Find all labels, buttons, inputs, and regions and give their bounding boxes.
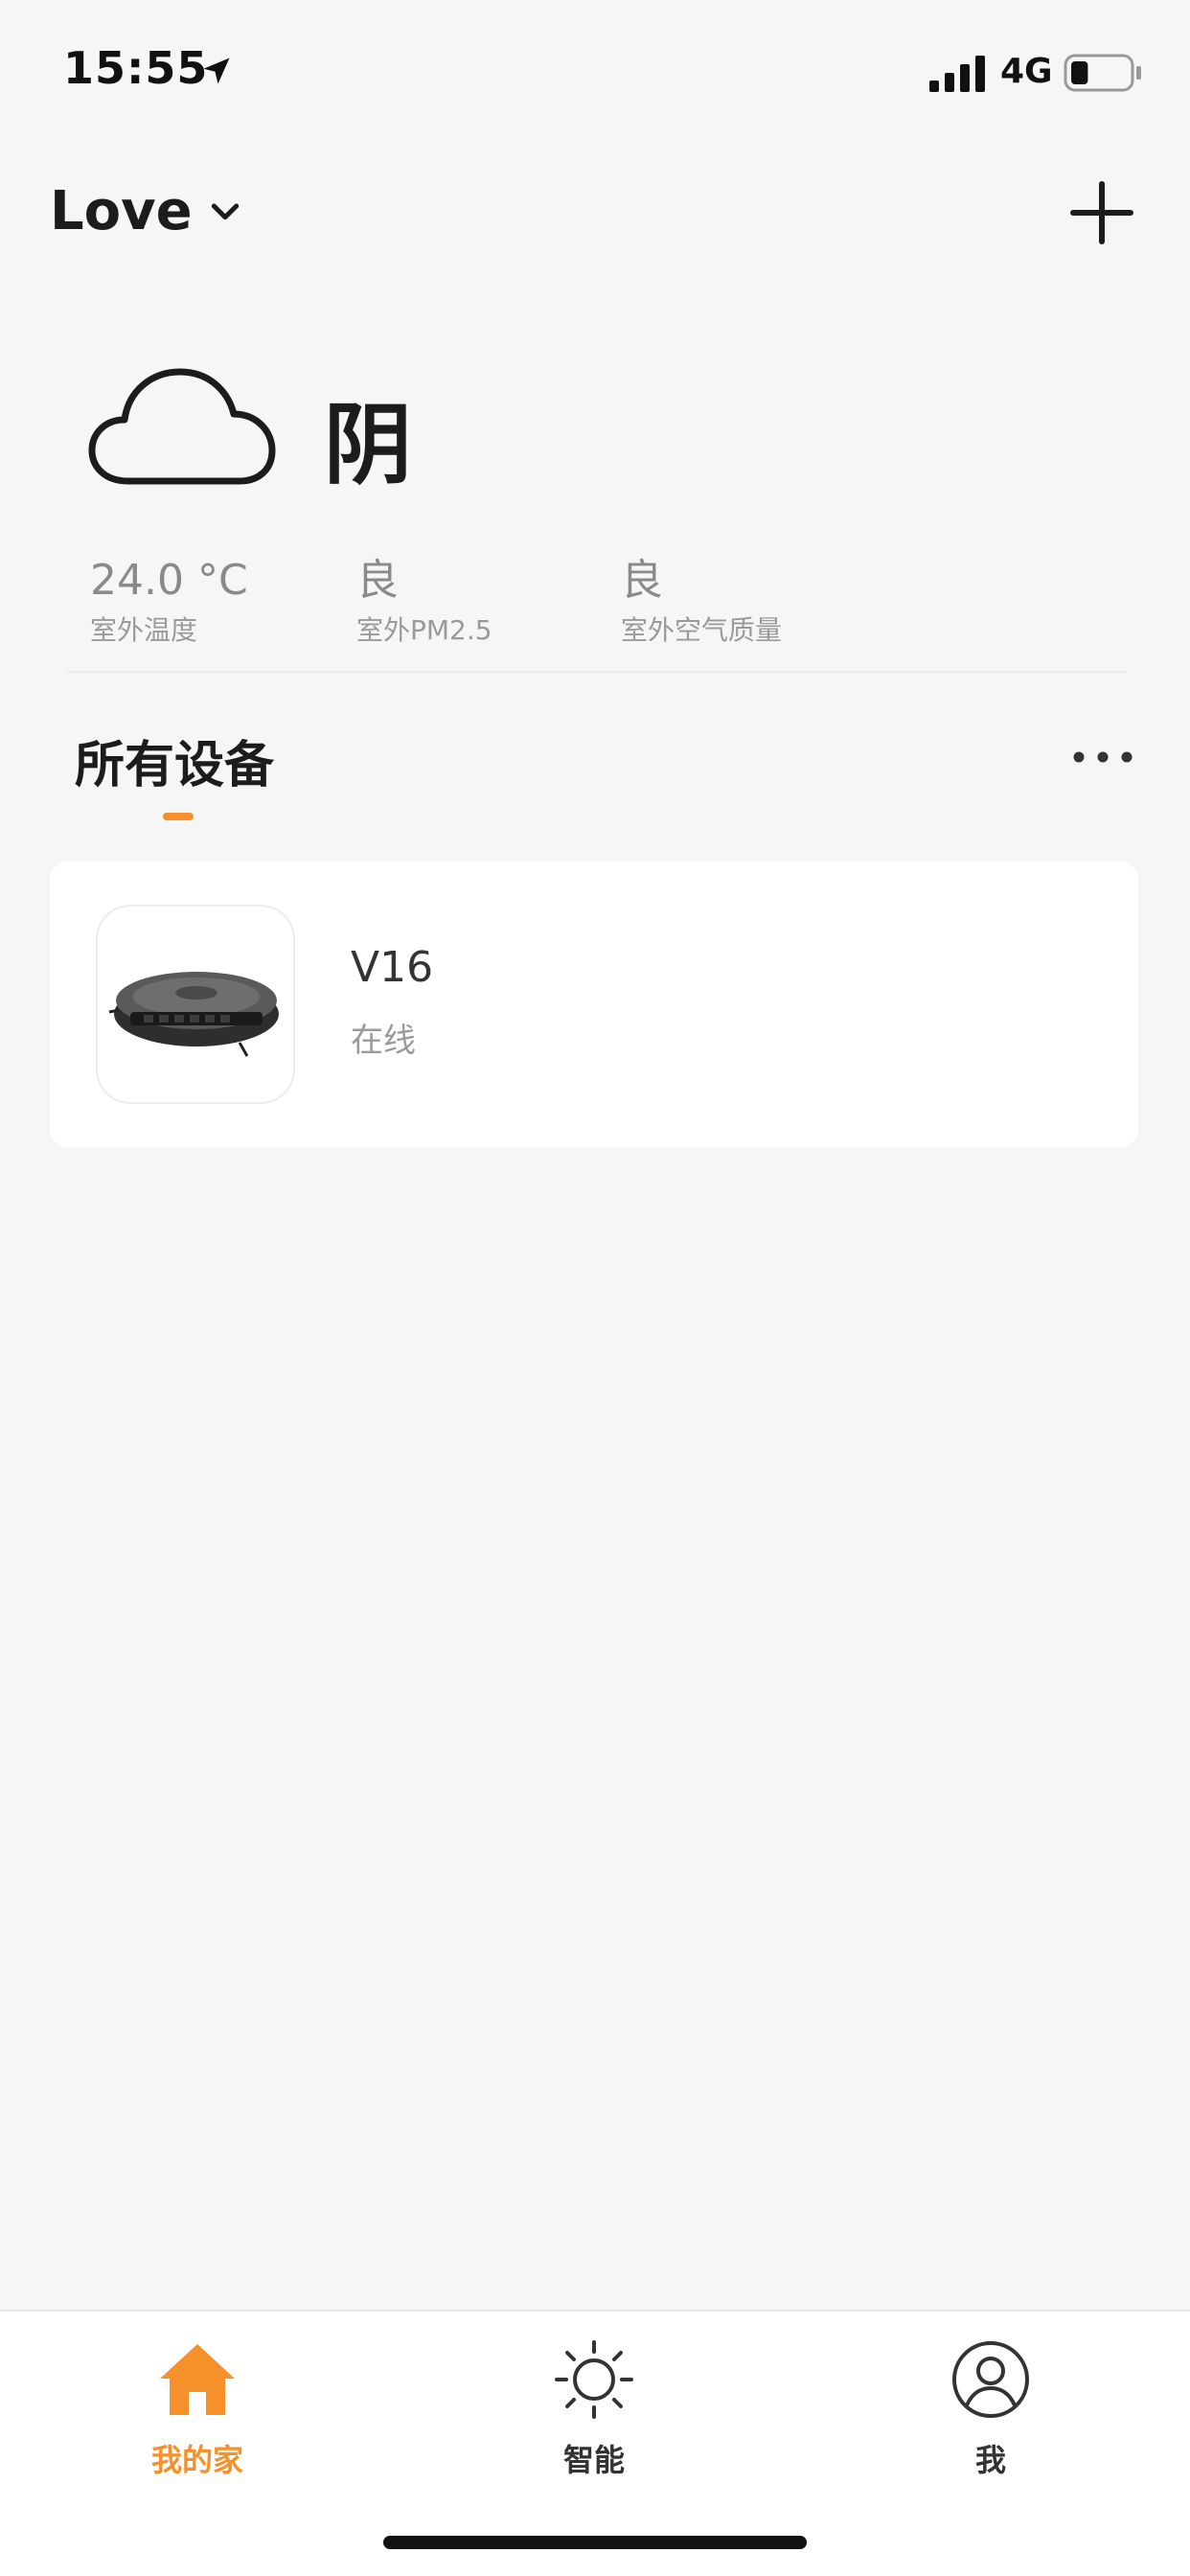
tab-bar: 我的家 智能 我	[0, 2310, 1190, 2576]
location-arrow-icon	[203, 58, 230, 84]
stat-value: 24.0 °C	[90, 556, 248, 605]
robot-vacuum-icon	[108, 972, 279, 1057]
outdoor-air-quality: 良 室外空气质量	[621, 554, 782, 650]
outdoor-temperature: 24.0 °C 室外温度	[90, 554, 248, 650]
cellular-signal-icon	[929, 56, 985, 92]
home-icon	[160, 2344, 235, 2415]
stat-value: 良	[356, 556, 399, 605]
active-tab-indicator	[163, 813, 194, 820]
status-bar: 15:55 4G	[0, 0, 1190, 144]
tab-label: 智能	[562, 2442, 625, 2478]
home-name: Love	[50, 179, 193, 242]
tab-me[interactable]: 我	[895, 2336, 1087, 2480]
cloud-icon	[88, 368, 276, 485]
stat-value: 良	[621, 556, 663, 605]
tab-smart[interactable]: 智能	[498, 2336, 690, 2480]
stat-label: 室外PM2.5	[356, 614, 492, 646]
app-screen: 15:55 4G Love 阴 24.0 °C 室外温度 良 室外PM2.5 良…	[0, 0, 1190, 2576]
device-status: 在线	[351, 1022, 416, 1060]
divider	[67, 671, 1127, 673]
plus-icon	[1070, 181, 1133, 244]
user-icon	[952, 2341, 1029, 2418]
chevron-down-icon	[211, 203, 239, 220]
device-name: V16	[351, 943, 434, 992]
section-title-all-devices[interactable]: 所有设备	[75, 724, 274, 796]
home-selector[interactable]: Love	[50, 172, 244, 249]
home-indicator	[383, 2536, 807, 2549]
tab-my-home[interactable]: 我的家	[102, 2336, 293, 2480]
stat-label: 室外温度	[90, 614, 198, 646]
outdoor-pm25: 良 室外PM2.5	[356, 554, 492, 650]
stat-label: 室外空气质量	[621, 614, 783, 646]
tab-label: 我	[974, 2442, 1006, 2478]
more-options-button[interactable]	[1071, 738, 1134, 776]
status-time: 15:55	[63, 42, 209, 94]
more-horizontal-icon	[1073, 751, 1133, 763]
battery-icon	[1064, 54, 1141, 92]
device-thumbnail	[96, 905, 295, 1104]
weather-condition: 阴	[324, 394, 413, 496]
network-type: 4G	[1000, 52, 1053, 91]
add-device-button[interactable]	[1065, 176, 1138, 249]
tab-label: 我的家	[150, 2442, 243, 2478]
sun-icon	[555, 2340, 633, 2419]
device-card[interactable]: V16 在线	[50, 861, 1138, 1148]
